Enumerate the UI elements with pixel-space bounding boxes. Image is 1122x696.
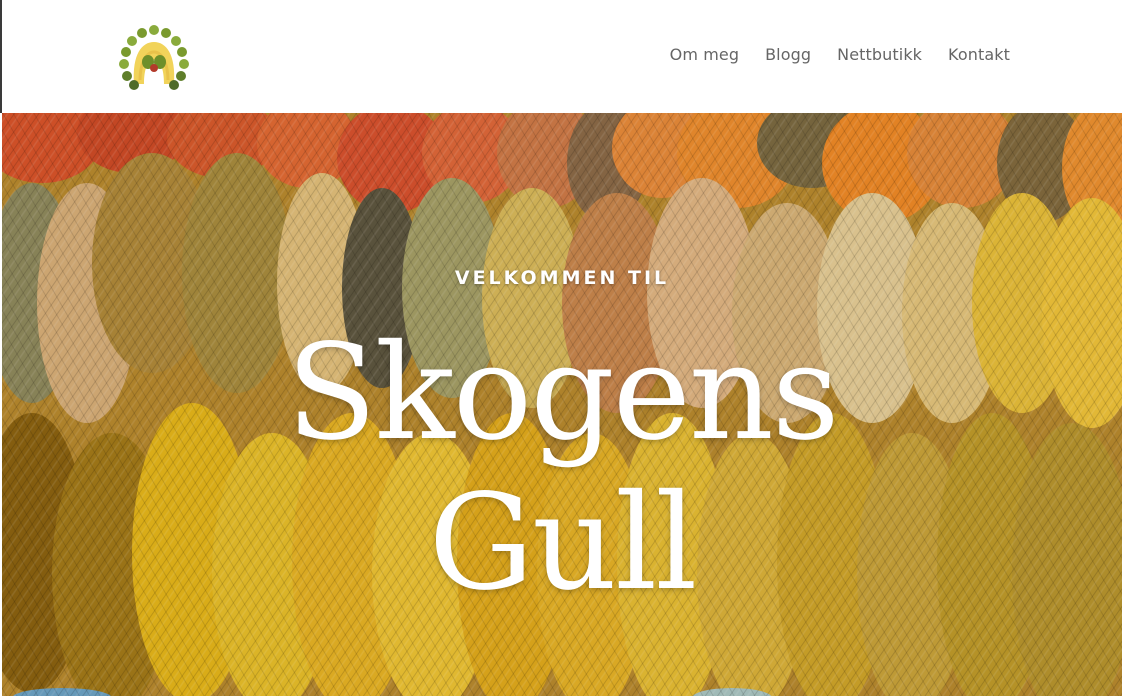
nav-item-nettbutikk[interactable]: Nettbutikk xyxy=(837,45,922,64)
site-header: Om meg Blogg Nettbutikk Kontakt xyxy=(0,0,1122,113)
nav-item-blogg[interactable]: Blogg xyxy=(765,45,811,64)
nav-item-kontakt[interactable]: Kontakt xyxy=(948,45,1010,64)
hero-section: VELKOMMEN TIL Skogens Gull xyxy=(2,113,1122,696)
site-logo[interactable] xyxy=(118,24,190,90)
hero-title-line-2: Gull xyxy=(428,466,698,620)
sun-yarn-logo-icon xyxy=(119,25,189,90)
main-nav: Om meg Blogg Nettbutikk Kontakt xyxy=(670,45,1010,64)
hero-title-line-1: Skogens xyxy=(286,316,839,470)
hero-text: VELKOMMEN TIL Skogens Gull xyxy=(2,113,1122,696)
nav-item-om-meg[interactable]: Om meg xyxy=(670,45,739,64)
hero-eyebrow: VELKOMMEN TIL xyxy=(454,267,670,289)
